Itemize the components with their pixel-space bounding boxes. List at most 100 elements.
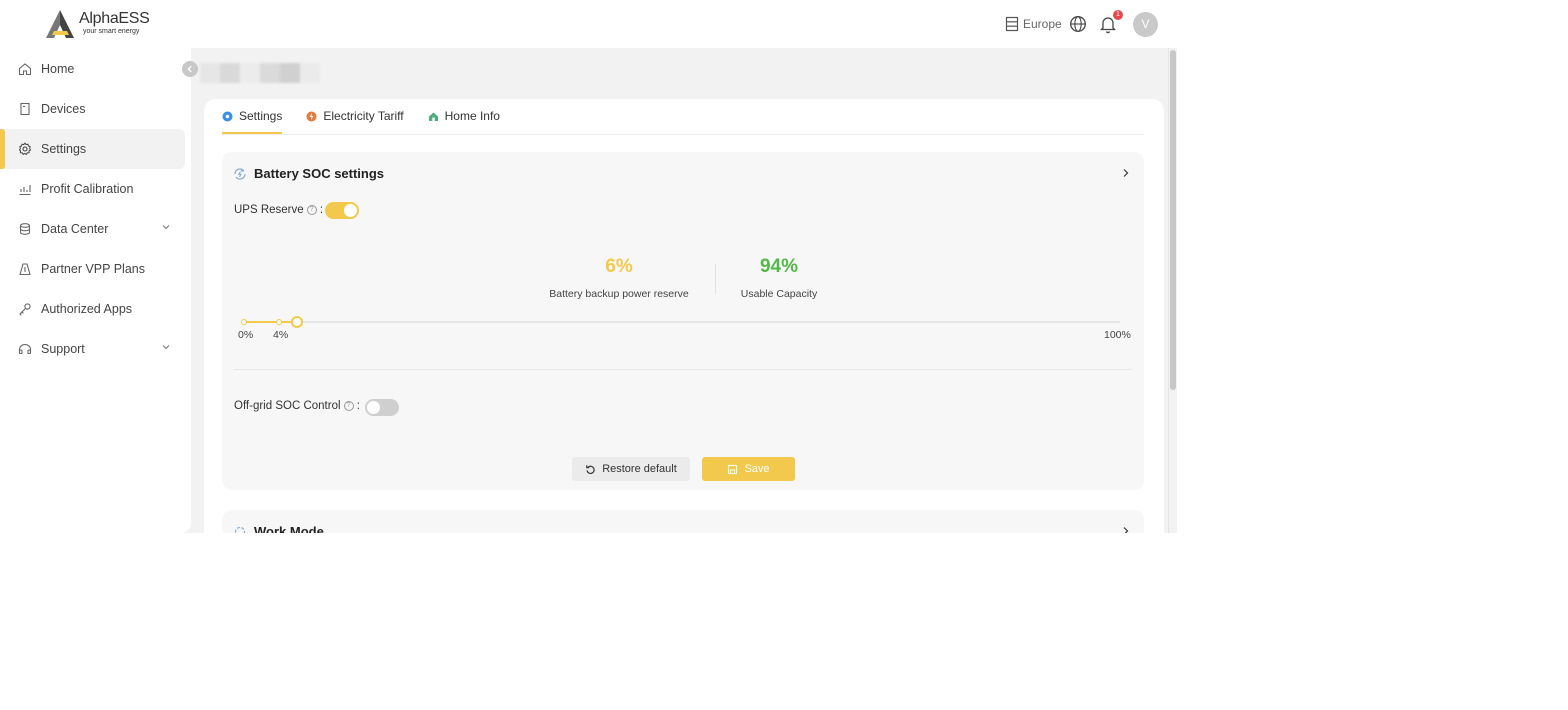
backup-reserve-stat: 6% Battery backup power reserve xyxy=(544,256,694,300)
sidebar-item-label: Devices xyxy=(41,102,86,116)
offgrid-soc-label: Off-grid SOC Control ? : xyxy=(234,400,360,412)
slider-start-dot xyxy=(241,319,247,325)
scrollbar-thumb[interactable] xyxy=(1170,50,1176,390)
slider-min-label: 0% xyxy=(238,329,254,341)
sidebar-item-label: Settings xyxy=(41,142,87,156)
sidebar-item-label: Home xyxy=(41,62,75,76)
stat-divider xyxy=(715,264,716,294)
chevron-down-icon xyxy=(162,345,170,350)
tab-electricity-tariff[interactable]: Electricity Tariff xyxy=(306,99,404,133)
backup-reserve-label: Battery backup power reserve xyxy=(549,288,689,300)
sidebar-item-support[interactable]: Support xyxy=(0,329,191,369)
sidebar-item-label: Support xyxy=(41,342,85,356)
settings-gear-icon xyxy=(222,111,233,121)
chart-icon xyxy=(18,182,32,196)
section-header[interactable]: Battery SOC settings xyxy=(234,166,384,181)
chevron-right-icon[interactable] xyxy=(1122,168,1130,178)
globe-icon[interactable] xyxy=(1069,15,1087,33)
help-icon[interactable]: ? xyxy=(306,205,317,215)
tab-label: Electricity Tariff xyxy=(323,109,404,123)
slider-track xyxy=(244,321,1120,323)
sidebar-item-partner-vpp-plans[interactable]: Partner VPP Plans xyxy=(0,249,191,289)
tab-label: Settings xyxy=(239,109,283,123)
ups-reserve-label: UPS Reserve ? : xyxy=(234,204,323,216)
home-icon xyxy=(18,62,32,76)
help-icon[interactable]: ? xyxy=(343,401,354,411)
save-icon xyxy=(728,464,738,474)
restore-default-button[interactable]: Restore default xyxy=(572,457,690,481)
save-button[interactable]: Save xyxy=(702,457,795,481)
brand-name: AlphaESS xyxy=(79,10,150,27)
top-bar: Europe 1 V xyxy=(191,0,1177,48)
house-icon xyxy=(428,112,438,121)
restore-icon xyxy=(586,464,595,474)
backup-reserve-value: 6% xyxy=(605,256,633,277)
slider-handle[interactable] xyxy=(290,316,303,328)
battery-soc-section: Battery SOC settings UPS Reserve ? : 6% … xyxy=(222,152,1144,490)
toggle-knob xyxy=(367,401,380,414)
restore-default-label: Restore default xyxy=(602,463,677,475)
sidebar-item-profit-calibration[interactable]: Profit Calibration xyxy=(0,169,191,209)
sidebar-item-label: Partner VPP Plans xyxy=(41,262,145,276)
app-window: AlphaESS your smart energy Home Devices xyxy=(0,0,1177,533)
work-mode-section: Work Mode xyxy=(222,510,1144,533)
sidebar-item-devices[interactable]: Devices xyxy=(0,89,191,129)
tab-bar: Settings Electricity Tariff Home Info xyxy=(222,99,1144,135)
gear-icon xyxy=(18,142,32,156)
section-title: Battery SOC settings xyxy=(254,166,385,181)
sidebar-item-data-center[interactable]: Data Center xyxy=(0,209,191,249)
plan-icon xyxy=(18,262,32,276)
section-header[interactable]: Work Mode xyxy=(234,524,324,533)
section-title: Work Mode xyxy=(254,524,324,533)
brand-logo[interactable]: AlphaESS your smart energy xyxy=(45,9,155,41)
tab-settings[interactable]: Settings xyxy=(222,99,283,134)
logo-mark-icon xyxy=(46,10,74,38)
soc-slider[interactable] xyxy=(241,316,1120,328)
collapse-sidebar-button[interactable] xyxy=(182,61,198,77)
region-label: Europe xyxy=(1023,17,1062,31)
settings-card: Settings Electricity Tariff Home Info Ba… xyxy=(204,99,1164,533)
sidebar-item-settings[interactable]: Settings xyxy=(0,129,185,169)
sidebar: AlphaESS your smart energy Home Devices xyxy=(0,0,191,533)
offgrid-soc-toggle[interactable] xyxy=(365,399,399,416)
usable-capacity-stat: 94% Usable Capacity xyxy=(724,256,834,300)
battery-soc-icon xyxy=(234,167,246,180)
avatar[interactable]: V xyxy=(1133,12,1158,37)
support-icon xyxy=(18,342,32,356)
section-divider xyxy=(234,369,1132,370)
tariff-icon xyxy=(306,111,317,121)
brand-tagline: your smart energy xyxy=(83,28,140,35)
ups-reserve-text: UPS Reserve xyxy=(234,204,304,216)
sidebar-item-label: Profit Calibration xyxy=(41,182,134,196)
tab-home-info[interactable]: Home Info xyxy=(428,99,500,133)
notification-badge: 1 xyxy=(1113,10,1123,20)
usable-capacity-label: Usable Capacity xyxy=(740,288,818,300)
key-icon xyxy=(18,302,32,316)
database-icon xyxy=(18,222,32,236)
work-mode-icon xyxy=(234,526,246,533)
device-icon xyxy=(18,102,32,116)
toggle-knob xyxy=(344,204,357,217)
page-title-redacted xyxy=(200,63,320,83)
server-icon xyxy=(1005,16,1019,32)
sidebar-item-label: Authorized Apps xyxy=(41,302,133,316)
label-colon: : xyxy=(353,400,360,412)
label-colon: : xyxy=(316,204,324,216)
slider-marker-label: 4% xyxy=(273,329,289,341)
chevron-left-icon xyxy=(187,65,192,73)
chevron-down-icon xyxy=(162,225,170,230)
offgrid-soc-text: Off-grid SOC Control xyxy=(234,400,341,412)
sidebar-item-label: Data Center xyxy=(41,222,109,236)
tab-label: Home Info xyxy=(444,109,500,123)
usable-capacity-value: 94% xyxy=(759,256,799,277)
slider-max-label: 100% xyxy=(1104,329,1131,341)
slider-fill xyxy=(244,321,297,323)
sidebar-nav: Home Devices Settings Profit Calibration xyxy=(0,49,191,369)
sidebar-item-home[interactable]: Home xyxy=(0,49,191,89)
chevron-right-icon[interactable] xyxy=(1122,526,1130,533)
save-label: Save xyxy=(744,463,770,475)
ups-reserve-toggle[interactable] xyxy=(325,202,359,219)
sidebar-item-authorized-apps[interactable]: Authorized Apps xyxy=(0,289,191,329)
slider-marker-dot xyxy=(276,319,283,325)
region-selector[interactable]: Europe xyxy=(1005,16,1062,32)
